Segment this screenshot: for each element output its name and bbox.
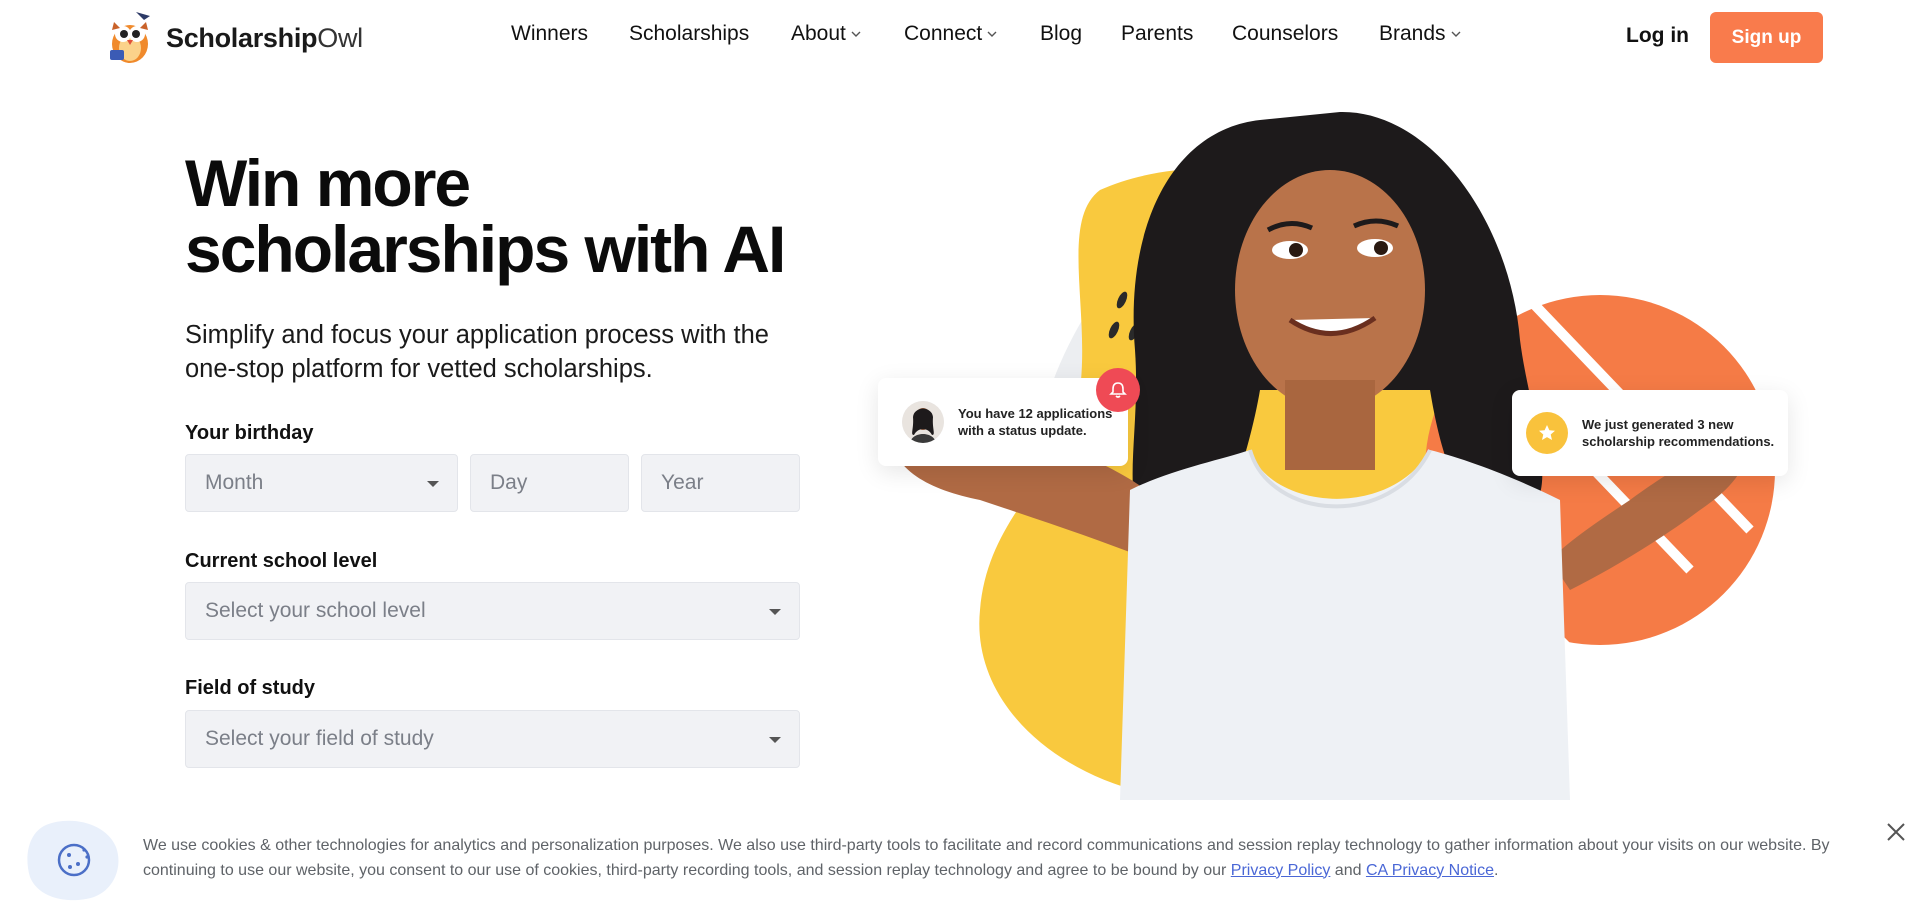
field-of-study-label: Field of study [185,677,315,699]
cookie-body-text: We use cookies & other technologies for … [143,837,1830,879]
cookie-and-text: and [1330,861,1366,879]
birthday-label: Your birthday [185,422,314,444]
login-link[interactable]: Log in [1626,24,1689,48]
cookie-end-text: . [1494,861,1499,879]
bell-icon [1109,382,1127,398]
ca-privacy-notice-link[interactable]: CA Privacy Notice [1366,862,1494,879]
nav-connect[interactable]: Connect [904,22,998,46]
nav-parents[interactable]: Parents [1121,22,1193,46]
cookie-icon [27,820,119,901]
star-icon [1539,425,1555,440]
status-update-text: You have 12 applications with a status u… [958,406,1113,438]
nav-counselors[interactable]: Counselors [1232,22,1338,46]
chevron-down-icon [1451,31,1461,37]
caret-down-icon [769,737,781,743]
cookie-message: We use cookies & other technologies for … [143,834,1863,883]
hero-subtitle: Simplify and focus your application proc… [185,321,769,383]
birth-month-placeholder: Month [205,471,264,494]
birth-day-input[interactable]: Day [470,454,629,512]
star-badge [1526,412,1568,454]
birth-year-placeholder: Year [661,471,704,494]
recommendations-text: We just generated 3 new scholarship reco… [1582,417,1775,449]
nav-about[interactable]: About [791,22,862,46]
school-level-select[interactable]: Select your school level [185,582,800,640]
status-update-card: You have 12 applications with a status u… [878,378,1128,466]
field-of-study-placeholder: Select your field of study [205,727,434,750]
birth-day-placeholder: Day [490,471,528,494]
chevron-down-icon [851,31,861,37]
caret-down-icon [427,481,439,487]
hero-title: Win more scholarships with AI [185,150,885,282]
site-header: ScholarshipOwl Winners Scholarships Abou… [0,0,1920,76]
owl-logo-icon [110,12,150,63]
school-level-placeholder: Select your school level [205,599,426,622]
hero-title-line1: Win more [185,146,471,220]
privacy-policy-link[interactable]: Privacy Policy [1231,862,1331,879]
brand-logo[interactable]: ScholarshipOwl [106,10,363,66]
chevron-down-icon [987,31,997,37]
nav-blog[interactable]: Blog [1040,22,1082,46]
school-level-label: Current school level [185,550,378,572]
nav-brands[interactable]: Brands [1379,22,1462,46]
birth-month-select[interactable]: Month [185,454,458,512]
field-of-study-select[interactable]: Select your field of study [185,710,800,768]
avatar [902,401,944,443]
brand-name: ScholarshipOwl [166,22,363,53]
signup-button[interactable]: Sign up [1710,12,1823,63]
birth-year-input[interactable]: Year [641,454,800,512]
nav-winners[interactable]: Winners [511,22,588,46]
caret-down-icon [769,609,781,615]
recommendations-card: We just generated 3 new scholarship reco… [1512,390,1788,476]
nav-scholarships[interactable]: Scholarships [629,22,749,46]
notification-bell [1096,368,1140,412]
hero-title-line2: scholarships with AI [185,212,786,286]
close-icon[interactable] [1884,820,1908,844]
